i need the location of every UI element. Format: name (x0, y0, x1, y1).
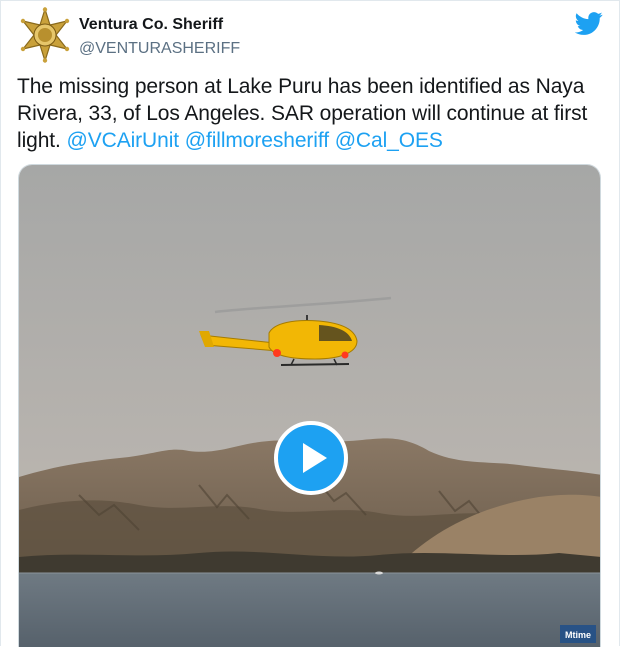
lake (19, 573, 600, 647)
mtime-logo: Mtime (560, 625, 596, 643)
mention-cal-oes[interactable]: @Cal_OES (335, 129, 443, 152)
avatar[interactable] (17, 7, 73, 63)
tweet-card: Ventura Co. Sheriff @VENTURASHERIFF The … (0, 0, 620, 647)
play-icon[interactable] (273, 420, 349, 496)
author-handle[interactable]: @VENTURASHERIFF (79, 39, 240, 59)
sheriff-star-icon (20, 7, 70, 63)
mention-fillmoresheriff[interactable]: @fillmoresheriff (185, 129, 329, 152)
tweet-text: The missing person at Lake Puru has been… (17, 73, 607, 154)
video-frame (19, 165, 600, 647)
watermark-text: Mtime (565, 630, 591, 640)
buoy (375, 571, 383, 575)
tweet-header: Ventura Co. Sheriff @VENTURASHERIFF (17, 7, 607, 63)
author-names: Ventura Co. Sheriff @VENTURASHERIFF (79, 15, 240, 59)
video-media[interactable]: Mtime (18, 164, 601, 647)
mention-vcairunit[interactable]: @VCAirUnit (67, 129, 180, 152)
twitter-bird-icon[interactable] (575, 9, 603, 37)
author-display-name[interactable]: Ventura Co. Sheriff (79, 15, 240, 35)
